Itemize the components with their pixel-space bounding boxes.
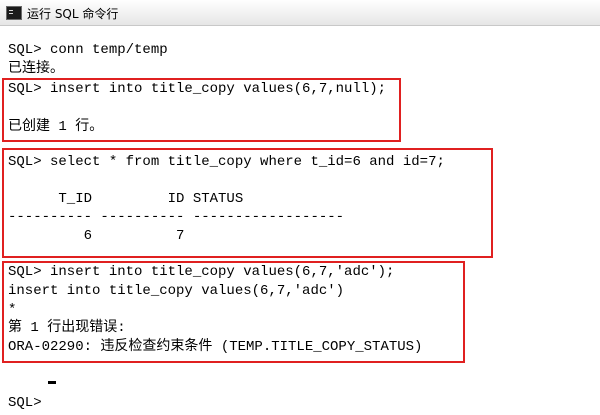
highlight-box-error [2, 261, 465, 363]
sql-plus-window: 运行 SQL 命令行 SQL> conn temp/temp 已连接。 SQL>… [0, 0, 600, 415]
highlight-box-insert-null [2, 78, 401, 142]
console-line-connected: 已连接。 [8, 61, 64, 77]
sql-prompt: SQL> [8, 395, 51, 411]
text-cursor [48, 381, 56, 384]
title-bar[interactable]: 运行 SQL 命令行 [0, 0, 600, 26]
window-title: 运行 SQL 命令行 [27, 7, 119, 21]
terminal-icon [6, 6, 22, 20]
highlight-box-select [2, 148, 493, 258]
console-line-conn: SQL> conn temp/temp [8, 42, 168, 58]
